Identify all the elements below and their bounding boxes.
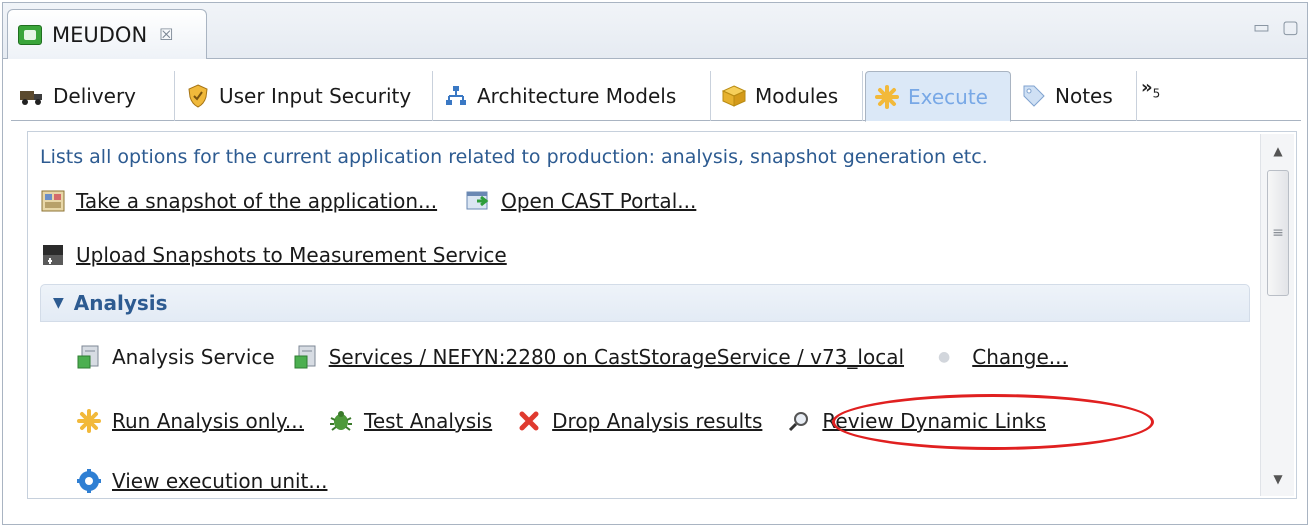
analysis-service-link[interactable]: Services / NEFYN:2280 on CastStorageServ…	[329, 345, 904, 369]
maximize-icon[interactable]: ▢	[1282, 17, 1299, 38]
open-cast-portal-link[interactable]: Open CAST Portal...	[501, 189, 696, 213]
editor-tab-title: MEUDON	[52, 22, 148, 47]
test-analysis-link[interactable]: Test Analysis	[364, 409, 492, 433]
analysis-section-title: Analysis	[73, 291, 168, 315]
take-snapshot-link[interactable]: Take a snapshot of the application...	[76, 189, 437, 213]
application-icon	[18, 24, 42, 45]
gear-icon	[76, 468, 102, 494]
tab-notes[interactable]: Notes	[1013, 71, 1137, 121]
change-service-link[interactable]: Change...	[972, 345, 1068, 369]
view-execution-row: View execution unit...	[76, 468, 327, 494]
analysis-service-label: Analysis Service	[112, 345, 275, 369]
execute-star-icon	[874, 84, 900, 110]
scroll-up-icon[interactable]: ▲	[1261, 136, 1295, 166]
review-dynamic-links-link[interactable]: Review Dynamic Links	[822, 409, 1046, 433]
magnifier-icon	[786, 408, 812, 434]
overflow-count: 5	[1152, 86, 1161, 101]
cube-icon	[721, 83, 747, 109]
execute-panel: Lists all options for the current applic…	[27, 131, 1297, 499]
analysis-service-row: Analysis Service Services / NEFYN:2280 o…	[76, 344, 1068, 370]
editor-frame: MEUDON ☒ ▭ ▢ Delivery User Input Securit…	[2, 2, 1308, 525]
chevron-down-icon: ▼	[53, 295, 64, 311]
tab-label: Delivery	[53, 84, 137, 108]
tab-label: Notes	[1055, 84, 1113, 108]
tab-delivery[interactable]: Delivery	[11, 71, 175, 121]
page-description: Lists all options for the current applic…	[40, 146, 988, 168]
upload-snapshots-link[interactable]: Upload Snapshots to Measurement Service	[76, 243, 507, 267]
snapshot-row: Take a snapshot of the application... Op…	[40, 188, 696, 214]
chevron-double-right-icon: »	[1141, 77, 1153, 98]
delete-icon	[516, 408, 542, 434]
scroll-down-icon[interactable]: ▼	[1261, 464, 1295, 494]
snapshot-icon	[40, 188, 66, 214]
vertical-scrollbar[interactable]: ▲ ≡ ▼	[1260, 134, 1294, 496]
truck-icon	[19, 83, 45, 109]
tab-label: Modules	[755, 84, 839, 108]
tab-user-input-security[interactable]: User Input Security	[177, 71, 433, 121]
view-execution-unit-link[interactable]: View execution unit...	[112, 469, 327, 493]
subtab-bar: Delivery User Input Security Architectur…	[11, 71, 1301, 122]
drop-analysis-results-link[interactable]: Drop Analysis results	[552, 409, 762, 433]
tab-execute[interactable]: Execute	[865, 71, 1011, 122]
run-star-icon	[76, 408, 102, 434]
upload-icon	[40, 242, 66, 268]
close-icon[interactable]: ☒	[159, 25, 173, 44]
bug-icon	[328, 408, 354, 434]
server-icon	[76, 344, 102, 370]
analysis-actions-row: Run Analysis only... Test Analysis Drop …	[76, 408, 1046, 434]
run-analysis-link[interactable]: Run Analysis only...	[112, 409, 304, 433]
editor-tab-meudon[interactable]: MEUDON ☒	[7, 9, 207, 59]
upload-row: Upload Snapshots to Measurement Service	[40, 242, 507, 268]
analysis-section-header[interactable]: ▼ Analysis	[40, 284, 1250, 322]
minimize-icon[interactable]: ▭	[1253, 17, 1270, 38]
window-controls: ▭ ▢	[1253, 17, 1299, 38]
tab-label: Architecture Models	[477, 84, 677, 108]
scroll-thumb[interactable]: ≡	[1267, 170, 1289, 296]
tab-label: User Input Security	[219, 84, 412, 108]
editor-tab-bar: MEUDON ☒ ▭ ▢	[3, 3, 1307, 59]
tab-architecture-models[interactable]: Architecture Models	[435, 71, 711, 121]
server-icon	[293, 344, 319, 370]
dot-icon: ●	[938, 349, 951, 365]
hierarchy-icon	[443, 83, 469, 109]
tab-modules[interactable]: Modules	[713, 71, 863, 121]
tab-label: Execute	[908, 84, 988, 109]
tag-icon	[1021, 83, 1047, 109]
portal-icon	[465, 188, 491, 214]
tab-overflow-button[interactable]: »5	[1141, 77, 1160, 101]
shield-icon	[185, 83, 211, 109]
